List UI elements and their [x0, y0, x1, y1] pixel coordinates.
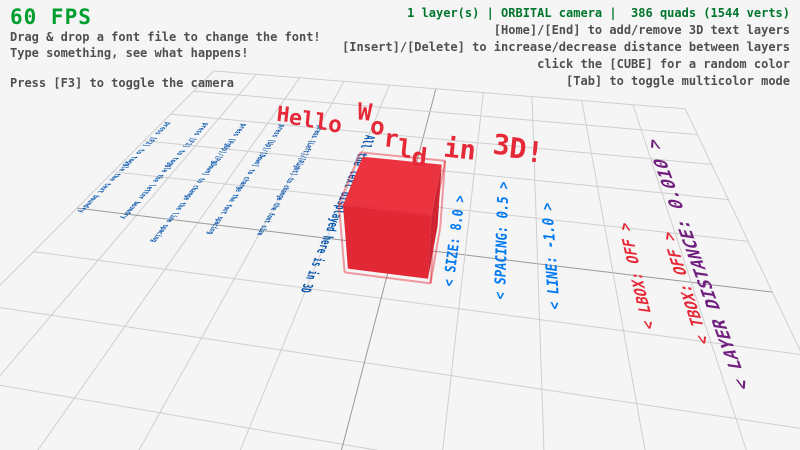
hint-add-remove-layers: [Home]/[End] to add/remove 3D text layer… — [342, 23, 790, 37]
grid-line — [0, 71, 214, 450]
hud-left: 60 FPS — [10, 5, 92, 29]
hello-world-char: d — [410, 142, 428, 173]
option-layer-distance-3d: < LAYER DISTANCE: 0.010 > — [642, 137, 755, 391]
hint-drag-drop: Drag & drop a font file to change the fo… — [10, 30, 321, 44]
hello-world-char — [430, 104, 449, 135]
option-lbox-3d: < LBOX: OFF > — [615, 221, 659, 330]
grid-line — [0, 305, 800, 435]
grid-line — [0, 78, 300, 450]
hud-right: 1 layer(s) | ORBITAL camera | 386 quads … — [342, 6, 790, 88]
grid-line — [0, 74, 256, 450]
hint-toggle-camera: Press [F3] to toggle the camera — [10, 76, 234, 90]
option-line-3d: < LINE: -1.0 > — [539, 202, 565, 311]
hint-layer-distance: [Insert]/[Delete] to increase/decrease d… — [342, 40, 790, 54]
hint-multicolor: [Tab] to toggle multicolor mode — [342, 74, 790, 88]
cube-face[interactable] — [343, 205, 432, 279]
hello-world-char: n — [458, 134, 477, 167]
text3d-demo-window: All the text displayed here is in 3Dpres… — [0, 0, 800, 450]
hello-world-char: o — [327, 111, 343, 138]
fps-counter: 60 FPS — [10, 5, 92, 29]
hint-cube-color: click the [CUBE] for a random color — [342, 57, 790, 71]
instruction-letter-boundry-3d: press [F1] to toggle the letter boundry — [118, 123, 211, 219]
hint-type-something: Type something, see what happens! — [10, 46, 248, 60]
instruction-font-spacing-3d: press [Up]/[Down] to change the font spa… — [205, 124, 287, 234]
option-spacing-3d: < SPACING: 0.5 > — [492, 181, 513, 301]
status-bar: 1 layer(s) | ORBITAL camera | 386 quads … — [342, 6, 790, 20]
instruction-text-boundry-3d: press [F2] to toggle the text boundry — [76, 122, 174, 213]
hello-world-char: ! — [524, 134, 545, 170]
grid-line — [72, 81, 344, 450]
